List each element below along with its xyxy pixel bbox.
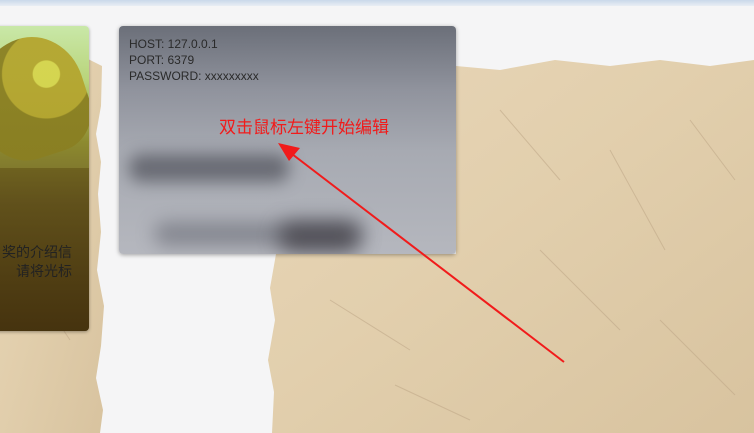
password-text: PASSWORD: xxxxxxxxx: [129, 69, 259, 83]
edit-hint-text: 双击鼠标左键开始编辑: [219, 118, 389, 138]
connection-details: HOST: 127.0.0.1 PORT: 6379 PASSWORD: xxx…: [129, 36, 259, 84]
card-image: [0, 26, 89, 173]
port-text: PORT: 6379: [129, 53, 195, 67]
card-text-line-1: 奖的介绍信: [2, 245, 72, 261]
card-text-line-2: 请将光标: [16, 264, 72, 280]
blurred-content-1: [129, 154, 289, 182]
connection-info-card[interactable]: HOST: 127.0.0.1 PORT: 6379 PASSWORD: xxx…: [119, 26, 456, 254]
image-card[interactable]: 奖的介绍信 请将光标: [0, 26, 89, 331]
host-text: HOST: 127.0.0.1: [129, 37, 218, 51]
blurred-content-3: [279, 222, 359, 252]
